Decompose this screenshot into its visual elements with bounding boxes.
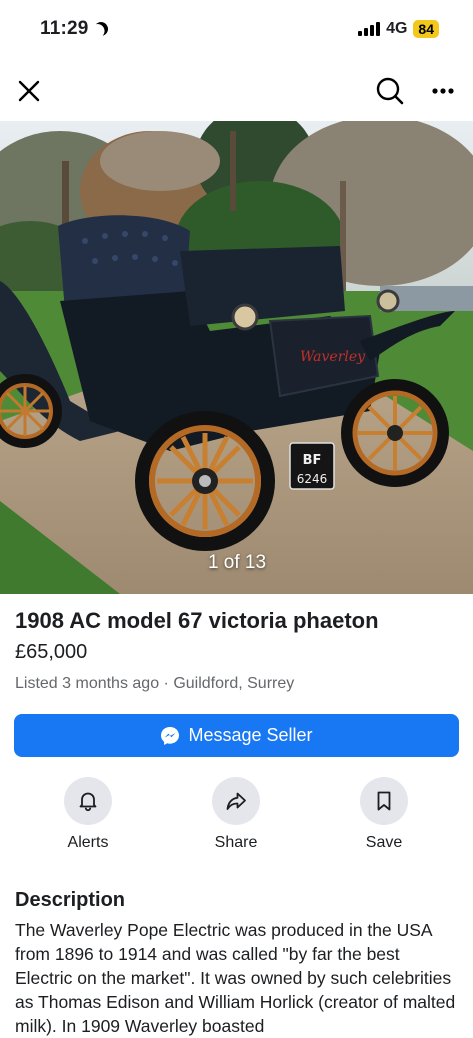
- status-time: 11:29: [40, 18, 108, 40]
- search-button[interactable]: [371, 72, 409, 110]
- message-seller-button[interactable]: Message Seller: [14, 714, 459, 757]
- save-label: Save: [365, 834, 403, 851]
- listing-meta: Listed 3 months ago · Guildford, Surrey: [15, 675, 295, 692]
- front-left-wheel: [135, 411, 275, 551]
- close-icon: [18, 80, 40, 102]
- messenger-icon: [161, 726, 180, 745]
- plate-line-1: BF: [303, 453, 322, 468]
- listing-photo[interactable]: Waverley BF 6246: [0, 121, 473, 594]
- bookmark-icon: [377, 791, 391, 811]
- share-icon: [226, 792, 246, 810]
- share-button[interactable]: Share: [186, 777, 286, 852]
- network-label: 4G: [386, 20, 408, 37]
- close-button[interactable]: [10, 72, 48, 110]
- top-nav: [0, 62, 473, 120]
- search-icon: [376, 77, 404, 105]
- car-photo-illustration: Waverley BF 6246: [0, 121, 473, 594]
- action-row: Alerts Share Save: [0, 777, 473, 857]
- battery-icon: 84: [413, 20, 439, 38]
- photo-counter: 1 of 13: [207, 552, 267, 573]
- signal-icon: [358, 22, 381, 36]
- status-bar: 11:29 4G 84: [0, 0, 473, 62]
- description-heading: Description: [15, 889, 126, 911]
- message-seller-label: Message Seller: [188, 725, 313, 745]
- save-circle: [360, 777, 408, 825]
- share-circle: [212, 777, 260, 825]
- alerts-circle: [64, 777, 112, 825]
- description-body: The Waverley Pope Electric was produced …: [15, 920, 456, 1036]
- listing-title: 1908 AC model 67 victoria phaeton: [15, 608, 379, 633]
- alerts-button[interactable]: Alerts: [38, 777, 138, 852]
- svg-text:Waverley: Waverley: [300, 349, 366, 365]
- save-button[interactable]: Save: [334, 777, 434, 852]
- listing-price: £65,000: [15, 641, 88, 663]
- moon-icon: [91, 19, 110, 38]
- clock-text: 11:29: [40, 18, 89, 39]
- plate-line-2: 6246: [297, 472, 328, 486]
- alerts-label: Alerts: [67, 834, 109, 851]
- more-icon: [432, 88, 454, 94]
- bell-icon: [79, 792, 97, 812]
- more-options-button[interactable]: [424, 72, 462, 110]
- front-right-wheel: [341, 379, 449, 487]
- status-indicators: 4G 84: [358, 20, 439, 38]
- share-label: Share: [214, 834, 258, 851]
